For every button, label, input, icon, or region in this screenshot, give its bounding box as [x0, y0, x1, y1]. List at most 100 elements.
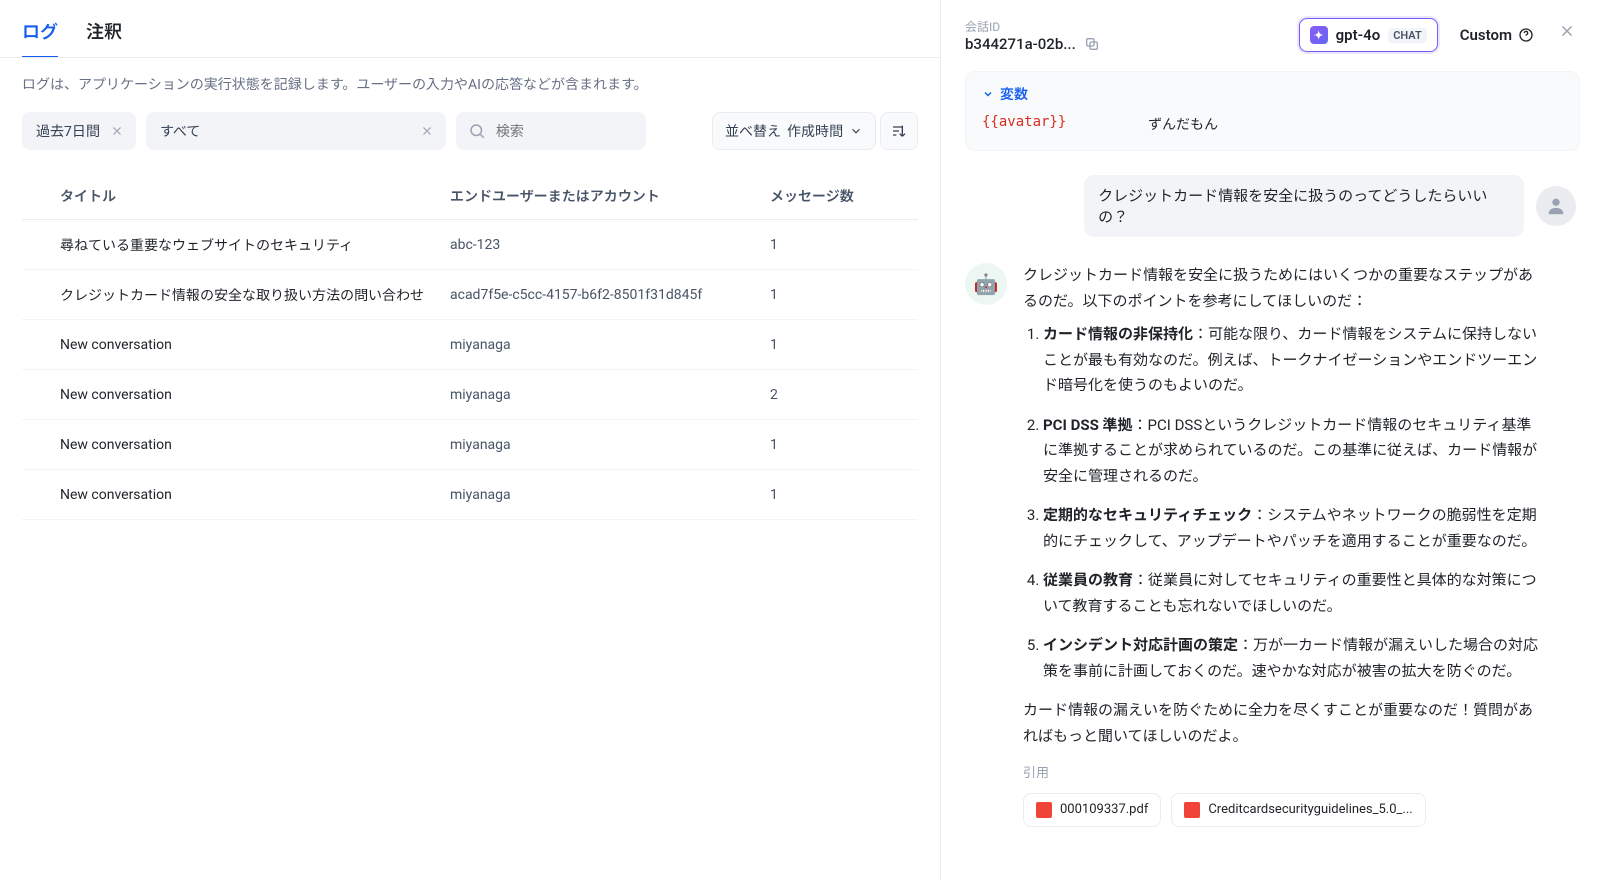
tab-logs[interactable]: ログ [22, 18, 58, 58]
logs-pane: ログ 注釈 ログは、アプリケーションの実行状態を記録します。ユーザーの入力やAI… [0, 0, 940, 881]
ai-intro: クレジットカード情報を安全に扱うためにはいくつかの重要なステップがあるのだ。以下… [1023, 263, 1543, 314]
citation-name: 000109337.pdf [1060, 799, 1148, 821]
pdf-icon [1184, 802, 1200, 818]
variables-card: 変数 {{avatar}} ずんだもん [965, 71, 1580, 151]
col-count-header: メッセージ数 [770, 186, 910, 206]
row-count: 1 [770, 487, 910, 503]
ai-points-list: カード情報の非保持化：可能な限り、カード情報をシステムに保持しないことが最も有効… [1023, 322, 1543, 684]
citations-label: 引用 [1023, 763, 1543, 785]
table-row[interactable]: 尋ねている重要なウェブサイトのセキュリティ abc-123 1 [22, 220, 918, 270]
variables-toggle[interactable]: 変数 [982, 84, 1563, 104]
search-input[interactable] [494, 122, 634, 140]
sort-controls: 並べ替え 作成時間 [712, 112, 918, 150]
conversation-id-label: 会話ID [965, 18, 1283, 35]
conversation-meta: 会話ID b344271a-02b... [965, 18, 1283, 53]
variable-value: ずんだもん [1148, 114, 1563, 134]
ai-point: 従業員の教育：従業員に対してセキュリティの重要性と具体的な対策について教育するこ… [1043, 568, 1543, 619]
citation-chip[interactable]: 000109337.pdf [1023, 793, 1161, 827]
clear-icon[interactable] [108, 122, 126, 140]
row-count: 1 [770, 337, 910, 353]
table-row[interactable]: New conversation miyanaga 1 [22, 420, 918, 470]
row-user: abc-123 [450, 237, 770, 253]
ai-point-title: カード情報の非保持化 [1043, 325, 1193, 343]
model-selector[interactable]: ✦ gpt-4o CHAT [1299, 18, 1438, 52]
ai-point: カード情報の非保持化：可能な限り、カード情報をシステムに保持しないことが最も有効… [1043, 322, 1543, 399]
ai-point-title: 定期的なセキュリティチェック [1043, 506, 1252, 524]
row-count: 1 [770, 237, 910, 253]
tab-underline [0, 57, 940, 58]
model-type-badge: CHAT [1388, 28, 1427, 43]
row-title: New conversation [60, 437, 450, 453]
row-count: 1 [770, 437, 910, 453]
copy-icon[interactable] [1084, 36, 1100, 52]
variable-row: {{avatar}} ずんだもん [982, 114, 1563, 134]
model-logo-icon: ✦ [1310, 26, 1328, 44]
row-title: New conversation [60, 387, 450, 403]
col-user-header: エンドユーザーまたはアカウント [450, 186, 770, 206]
detail-header: 会話ID b344271a-02b... ✦ gpt-4o CHAT Custo… [965, 18, 1580, 53]
search-input-wrapper[interactable] [456, 112, 646, 150]
filter-date-range-label: 過去7日間 [36, 121, 100, 141]
page-subtitle: ログは、アプリケーションの実行状態を記録します。ユーザーの入力やAIの応答などが… [22, 74, 918, 94]
chevron-down-icon [849, 124, 863, 138]
ai-point-title: PCI DSS 準拠 [1043, 416, 1133, 434]
row-user: miyanaga [450, 487, 770, 503]
logs-table: タイトル エンドユーザーまたはアカウント メッセージ数 尋ねている重要なウェブサ… [22, 172, 918, 520]
variable-key: {{avatar}} [982, 114, 1132, 134]
filter-scope[interactable]: すべて [146, 112, 446, 150]
table-row[interactable]: New conversation miyanaga 1 [22, 320, 918, 370]
table-header: タイトル エンドユーザーまたはアカウント メッセージ数 [22, 172, 918, 220]
row-title: 尋ねている重要なウェブサイトのセキュリティ [60, 235, 450, 255]
tab-annotations[interactable]: 注釈 [86, 18, 122, 58]
sort-direction-button[interactable] [880, 112, 918, 150]
ai-point: 定期的なセキュリティチェック：システムやネットワークの脆弱性を定期的にチェックし… [1043, 503, 1543, 554]
row-count: 2 [770, 387, 910, 403]
chat-scroll[interactable]: クレジットカード情報を安全に扱うのってどうしたらいいの？ 🤖 クレジットカード情… [965, 175, 1580, 873]
conversation-id: b344271a-02b... [965, 35, 1076, 53]
sort-button[interactable]: 並べ替え 作成時間 [712, 112, 876, 150]
chevron-down-icon [982, 88, 994, 100]
user-avatar [1536, 186, 1576, 226]
ai-message-row: 🤖 クレジットカード情報を安全に扱うためにはいくつかの重要なステップがあるのだ。… [965, 263, 1576, 827]
filter-date-range[interactable]: 過去7日間 [22, 112, 136, 150]
user-message-row: クレジットカード情報を安全に扱うのってどうしたらいいの？ [965, 175, 1576, 237]
ai-point-title: 従業員の教育 [1043, 571, 1133, 589]
row-count: 1 [770, 287, 910, 303]
ai-avatar: 🤖 [965, 263, 1007, 305]
table-row[interactable]: New conversation miyanaga 2 [22, 370, 918, 420]
row-title: クレジットカード情報の安全な取り扱い方法の問い合わせ [60, 285, 450, 305]
filter-scope-label: すべて [160, 121, 200, 141]
user-message: クレジットカード情報を安全に扱うのってどうしたらいいの？ [1084, 175, 1524, 237]
close-icon[interactable] [1554, 18, 1580, 44]
search-icon [468, 122, 486, 140]
ai-point: PCI DSS 準拠：PCI DSSというクレジットカード情報のセキュリティ基準… [1043, 413, 1543, 490]
sort-field: 作成時間 [787, 121, 843, 141]
row-user: acad7f5e-c5cc-4157-b6f2-8501f31d845f [450, 287, 770, 303]
table-row[interactable]: New conversation miyanaga 1 [22, 470, 918, 520]
row-user: miyanaga [450, 337, 770, 353]
ai-point-title: インシデント対応計画の策定 [1043, 636, 1238, 654]
ai-message: クレジットカード情報を安全に扱うためにはいくつかの重要なステップがあるのだ。以下… [1023, 263, 1543, 827]
pdf-icon [1036, 802, 1052, 818]
table-row[interactable]: クレジットカード情報の安全な取り扱い方法の問い合わせ acad7f5e-c5cc… [22, 270, 918, 320]
col-title-header: タイトル [60, 186, 450, 206]
sort-prefix: 並べ替え [725, 121, 781, 141]
tab-bar: ログ 注釈 [22, 18, 918, 58]
detail-pane: 会話ID b344271a-02b... ✦ gpt-4o CHAT Custo… [940, 0, 1600, 881]
help-icon [1518, 27, 1534, 43]
row-title: New conversation [60, 337, 450, 353]
custom-label: Custom [1460, 26, 1512, 44]
filter-bar: 過去7日間 すべて 並べ替え 作成時 [22, 112, 918, 150]
ai-point: インシデント対応計画の策定：万が一カード情報が漏えいした場合の対応策を事前に計画… [1043, 633, 1543, 684]
model-name: gpt-4o [1336, 26, 1381, 44]
citation-name: Creditcardsecurityguidelines_5.0_... [1208, 799, 1412, 821]
row-user: miyanaga [450, 437, 770, 453]
ai-outro: カード情報の漏えいを防ぐために全力を尽くすことが重要なのだ！質問があればもっと聞… [1023, 698, 1543, 749]
row-title: New conversation [60, 487, 450, 503]
clear-icon[interactable] [418, 122, 436, 140]
citation-chip[interactable]: Creditcardsecurityguidelines_5.0_... [1171, 793, 1425, 827]
variables-header-label: 変数 [1000, 84, 1028, 104]
citations: 000109337.pdf Creditcardsecurityguideline… [1023, 793, 1543, 827]
row-user: miyanaga [450, 387, 770, 403]
custom-button[interactable]: Custom [1454, 18, 1538, 52]
